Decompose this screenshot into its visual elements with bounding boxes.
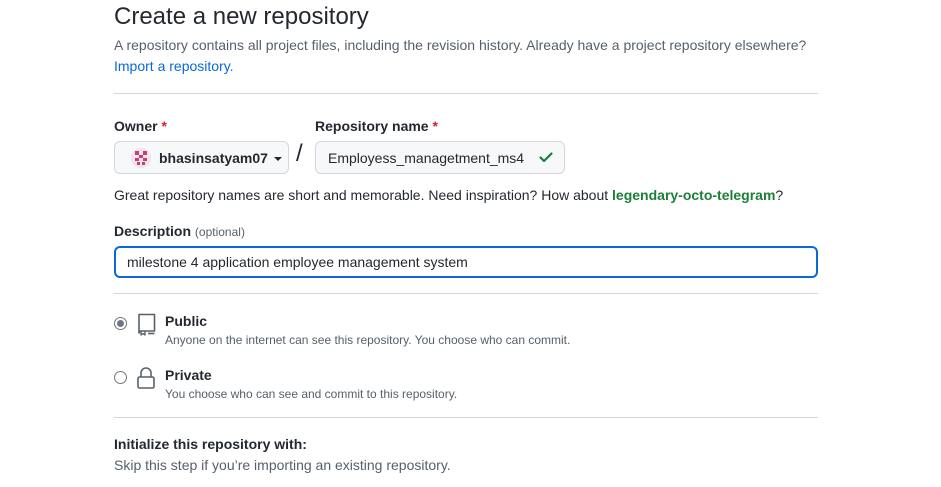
- repository-name-required-mark: *: [432, 118, 438, 134]
- caret-down-icon: [273, 156, 282, 161]
- owner-label-text: Owner: [114, 118, 158, 134]
- initialize-description: Skip this step if you’re importing an ex…: [114, 457, 451, 473]
- description-optional-tag: (optional): [194, 225, 245, 239]
- owner-label: Owner *: [114, 118, 167, 134]
- initialize-title: Initialize this repository with:: [114, 436, 307, 452]
- hint-prefix: Great repository names are short and mem…: [114, 187, 613, 203]
- check-icon: [538, 149, 554, 170]
- name-suggestion-link[interactable]: legendary-octo-telegram: [612, 187, 775, 203]
- repo-icon: [135, 312, 157, 341]
- visibility-private-radio[interactable]: [114, 371, 127, 384]
- visibility-public-label[interactable]: Public: [165, 313, 207, 329]
- section-divider: [114, 293, 818, 294]
- visibility-private-label[interactable]: Private: [165, 367, 212, 383]
- import-repository-link[interactable]: Import a repository.: [114, 58, 234, 74]
- visibility-public-description: Anyone on the internet can see this repo…: [165, 333, 571, 347]
- owner-dropdown-button[interactable]: bhasinsatyam07: [114, 141, 289, 174]
- repository-name-label-text: Repository name: [315, 118, 429, 134]
- description-label-text: Description: [114, 223, 192, 239]
- visibility-private-description: You choose who can see and commit to thi…: [165, 387, 458, 401]
- repository-name-input[interactable]: [315, 141, 565, 174]
- lock-icon: [135, 366, 157, 395]
- page-subtitle: A repository contains all project files,…: [114, 37, 807, 53]
- section-divider: [114, 93, 818, 94]
- description-input[interactable]: [114, 246, 818, 278]
- visibility-public-radio[interactable]: [114, 317, 127, 330]
- hint-suffix: ?: [775, 187, 784, 203]
- identicon-avatar-icon: [131, 147, 151, 168]
- repository-name-hint: Great repository names are short and mem…: [114, 187, 783, 203]
- owner-name: bhasinsatyam07: [159, 149, 268, 166]
- owner-required-mark: *: [161, 118, 167, 134]
- owner-repo-separator: /: [296, 140, 303, 167]
- section-divider: [114, 417, 818, 418]
- repository-name-label: Repository name *: [315, 118, 438, 134]
- page-title: Create a new repository: [114, 3, 369, 30]
- description-label: Description (optional): [114, 223, 245, 239]
